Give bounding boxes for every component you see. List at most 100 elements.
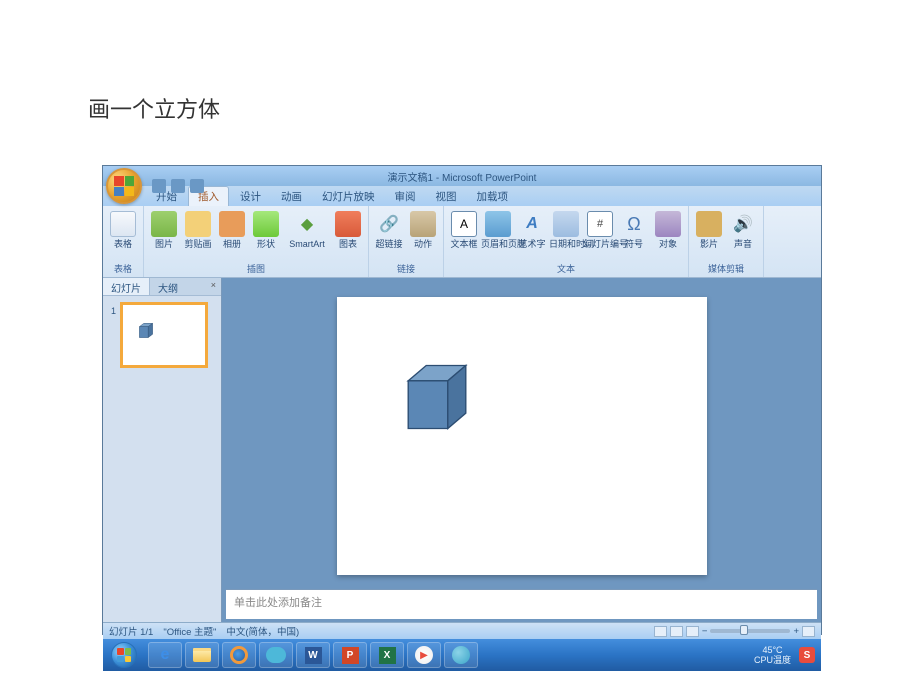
ribbon-tabs: 开始 插入 设计 动画 幻灯片放映 审阅 视图 加载项 [103, 186, 821, 206]
powerpoint-icon: P [342, 647, 359, 664]
system-tray: 45°C CPU温度 S [754, 645, 821, 665]
qat-undo-button[interactable] [171, 179, 185, 193]
sogou-ime-icon[interactable]: S [799, 647, 815, 663]
excel-icon: X [379, 647, 396, 664]
taskbar-ie-button[interactable]: e [148, 642, 182, 668]
status-theme: "Office 主题" [163, 624, 216, 638]
symbol-icon: Ω [621, 211, 647, 237]
office-logo-icon [114, 176, 134, 196]
ribbon-group-tables: 表格 表格 [103, 206, 144, 277]
wordart-icon: A [519, 211, 545, 237]
outline-tab-outline[interactable]: 大纲 [150, 278, 186, 295]
object-icon [655, 211, 681, 237]
tab-animations[interactable]: 动画 [272, 187, 311, 206]
ribbon-table-button[interactable]: 表格 [108, 211, 138, 249]
taskbar-word-button[interactable]: W [296, 642, 330, 668]
status-language[interactable]: 中文(简体，中国) [226, 624, 299, 638]
view-normal-button[interactable] [654, 626, 667, 637]
status-slide-count: 幻灯片 1/1 [109, 624, 153, 638]
ribbon-group-illustrations: 图片 剪贴画 相册 形状 ◆SmartArt 图表 插图 [144, 206, 369, 277]
windows-logo-icon [111, 642, 137, 668]
taskbar-powerpoint-button[interactable]: P [333, 642, 367, 668]
qat-save-button[interactable] [152, 179, 166, 193]
folder-icon [193, 648, 211, 662]
cube-thumbnail-icon [135, 320, 157, 342]
ribbon-chart-button[interactable]: 图表 [333, 211, 363, 249]
window-title: 演示文稿1 - Microsoft PowerPoint [388, 169, 537, 184]
word-icon: W [305, 647, 322, 664]
taskbar-excel-button[interactable]: X [370, 642, 404, 668]
ribbon-object-button[interactable]: 对象 [653, 211, 683, 249]
title-bar: 演示文稿1 - Microsoft PowerPoint [103, 166, 821, 186]
slide-number-label: 1 [111, 302, 116, 368]
quick-access-toolbar [152, 179, 204, 193]
ribbon-datetime-button[interactable]: 日期和时间 [551, 211, 581, 249]
action-icon [410, 211, 436, 237]
play-icon: ▶ [415, 646, 433, 664]
ribbon-clipart-button[interactable]: 剪贴画 [183, 211, 213, 249]
office-button[interactable] [106, 168, 142, 204]
ribbon: 表格 表格 图片 剪贴画 相册 形状 ◆SmartArt 图表 插图 🔗超链接 … [103, 206, 821, 278]
taskbar-firefox-button[interactable] [222, 642, 256, 668]
headerfooter-icon [485, 211, 511, 237]
cube-shape[interactable] [392, 352, 482, 442]
clipart-icon [185, 211, 211, 237]
zoom-out-button[interactable]: − [702, 626, 708, 637]
ribbon-textbox-button[interactable]: A文本框 [449, 211, 479, 249]
tab-view[interactable]: 视图 [427, 187, 466, 206]
ribbon-action-button[interactable]: 动作 [408, 211, 438, 249]
workspace: 幻灯片 大纲 × 1 [103, 278, 821, 622]
ribbon-sound-button[interactable]: 🔊声音 [728, 211, 758, 249]
slide-viewport[interactable] [222, 278, 821, 589]
taskbar-app-button[interactable] [444, 642, 478, 668]
ribbon-picture-button[interactable]: 图片 [149, 211, 179, 249]
tab-slideshow[interactable]: 幻灯片放映 [313, 187, 384, 206]
taskbar-cloud-button[interactable] [259, 642, 293, 668]
fit-to-window-button[interactable] [802, 626, 815, 637]
ribbon-slidenum-button[interactable]: #幻灯片编号 [585, 211, 615, 249]
start-button[interactable] [103, 639, 145, 671]
zoom-slider[interactable] [710, 629, 790, 633]
tab-addins[interactable]: 加载项 [468, 187, 518, 206]
app-icon [452, 646, 470, 664]
ribbon-shapes-button[interactable]: 形状 [251, 211, 281, 249]
tab-review[interactable]: 审阅 [386, 187, 425, 206]
smartart-icon: ◆ [294, 211, 320, 237]
taskbar-mediaplayer-button[interactable]: ▶ [407, 642, 441, 668]
thumbnail-list: 1 [103, 296, 221, 622]
windows-taskbar: e W P X ▶ 45°C CPU温度 S [103, 639, 821, 671]
ribbon-group-text: A文本框 页眉和页脚 A艺术字 日期和时间 #幻灯片编号 Ω符号 对象 文本 [444, 206, 689, 277]
slide-thumbnail-1[interactable] [120, 302, 208, 368]
picture-icon [151, 211, 177, 237]
ribbon-album-button[interactable]: 相册 [217, 211, 247, 249]
hyperlink-icon: 🔗 [376, 211, 402, 237]
album-icon [219, 211, 245, 237]
page-title: 画一个立方体 [88, 92, 220, 124]
view-sorter-button[interactable] [670, 626, 683, 637]
ribbon-movie-button[interactable]: 影片 [694, 211, 724, 249]
powerpoint-window: 演示文稿1 - Microsoft PowerPoint 开始 插入 设计 动画… [102, 165, 822, 635]
slide-canvas[interactable] [337, 297, 707, 575]
tab-design[interactable]: 设计 [231, 187, 270, 206]
slidenum-icon: # [587, 211, 613, 237]
ie-icon: e [161, 646, 170, 664]
qat-redo-button[interactable] [190, 179, 204, 193]
outline-panel: 幻灯片 大纲 × 1 [103, 278, 222, 622]
ribbon-wordart-button[interactable]: A艺术字 [517, 211, 547, 249]
ribbon-group-links: 🔗超链接 动作 链接 [369, 206, 444, 277]
ribbon-smartart-button[interactable]: ◆SmartArt [285, 211, 329, 249]
cpu-temp-widget[interactable]: 45°C CPU温度 [754, 645, 791, 665]
zoom-handle[interactable] [740, 625, 748, 635]
ribbon-headerfooter-button[interactable]: 页眉和页脚 [483, 211, 513, 249]
textbox-icon: A [451, 211, 477, 237]
ribbon-hyperlink-button[interactable]: 🔗超链接 [374, 211, 404, 249]
outline-close-button[interactable]: × [206, 278, 221, 295]
ribbon-symbol-button[interactable]: Ω符号 [619, 211, 649, 249]
shapes-icon [253, 211, 279, 237]
zoom-in-button[interactable]: + [793, 626, 799, 637]
taskbar-explorer-button[interactable] [185, 642, 219, 668]
outline-tab-slides[interactable]: 幻灯片 [103, 278, 150, 295]
view-slideshow-button[interactable] [686, 626, 699, 637]
sound-icon: 🔊 [730, 211, 756, 237]
notes-pane[interactable]: 单击此处添加备注 [226, 589, 817, 619]
